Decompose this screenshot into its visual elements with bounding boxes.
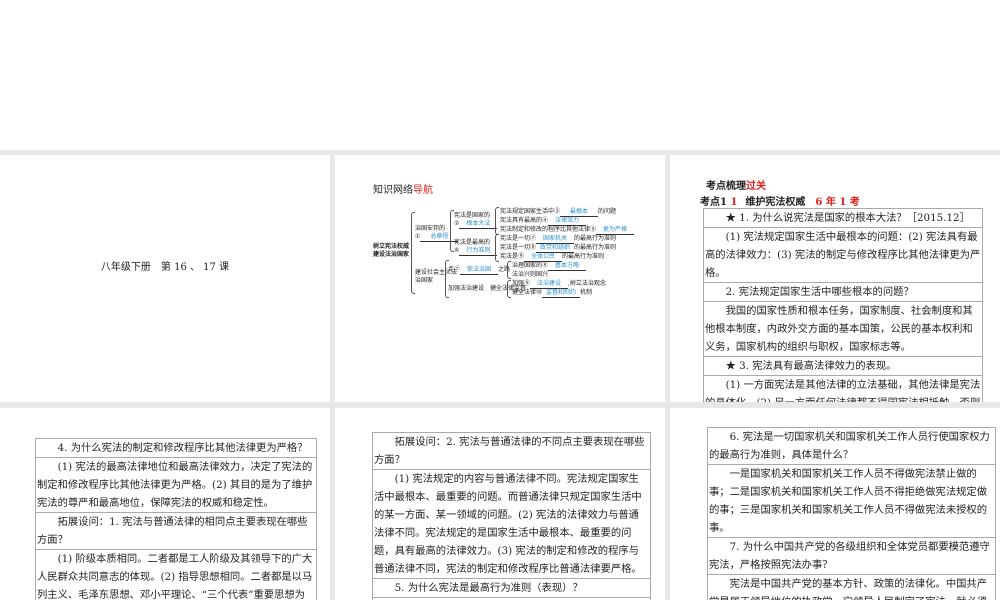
topic-label: 考点1: [700, 197, 727, 208]
mindmap-root: 树立宪法权威 建设法治国家: [373, 243, 409, 259]
heading-accent: 过关: [746, 181, 766, 192]
topic-heading: 考点1 1 维护宪法权威 6 年 1 考: [700, 197, 860, 208]
topic-title: 维护宪法权威: [745, 197, 806, 208]
question-row: 拓展设问：2. 宪法与普通法律的不同点主要表现在哪些方面？: [373, 433, 650, 470]
l3-blank: 更为严格: [596, 226, 635, 235]
l3-post: 的最高行为准则: [562, 253, 605, 260]
l3-blank: 法律效力: [548, 217, 587, 226]
mindmap-l3-item: 健全法律⑩ 监督和制约 机制: [512, 289, 592, 298]
l2-blank: 根本大法: [459, 220, 498, 229]
l3-blank: 全体公民: [524, 253, 563, 262]
question-row: 5. 为什么宪法是最高行为准则（表现）？: [373, 579, 650, 598]
mindmap-l3-item: 宪法制定和修改的程序比其他法律⑤ 更为严格: [500, 226, 635, 235]
l3-blank: 监督和制约: [542, 289, 581, 298]
l3-pre: 宪法是一切⑧: [500, 244, 537, 251]
answer-row: (1) 宪法规定的内容与普通法律不同。宪法规定国家生活中最根本、最重要的问题。而…: [373, 470, 650, 579]
slide-thumbnail-1[interactable]: 八年级下册 第 16 、 17 课: [0, 155, 330, 402]
l2-blank: 依法治国: [460, 266, 499, 275]
l2-pre: 走⑦: [448, 266, 461, 273]
slide-title: 八年级下册 第 16 、 17 课: [100, 262, 230, 273]
slide-heading: 考点梳理过关: [706, 177, 766, 192]
slide-heading: 知识网络导航: [373, 181, 433, 196]
mindmap-l3-item: 宪法是⑨ 全体公民 的最高行为准则: [500, 253, 604, 262]
l3-post: 的问题: [598, 208, 617, 215]
mindmap-l2: 宪法是最高的 ⑥ 行为准则: [454, 239, 498, 256]
answer-row: (1) 宪法的最高法律地位和最高法律效力，决定了宪法的制定和修改程序比其他法律更…: [36, 458, 316, 513]
l3-blank: 政党和组织: [536, 244, 575, 253]
slide-thumbnail-4[interactable]: 4. 为什么宪法的制定和修改程序比其他法律更为严格？ (1) 宪法的最高法律地位…: [0, 408, 330, 600]
l3-pre: 宪法是⑨: [500, 253, 525, 260]
brace: [495, 207, 499, 235]
brace: [507, 280, 511, 298]
topic-frequency: 6 年 1 考: [815, 197, 860, 208]
l3-pre: 宪法制定和修改的程序比其他法律⑤: [500, 226, 597, 233]
l3-post: 的最高行为准则: [574, 244, 617, 251]
l2-text: 宪法是国家的: [454, 212, 491, 219]
l3-post: ,树立法治观念: [568, 280, 606, 287]
question-row: 拓展设问：1. 宪法与普通法律的相同点主要表现在哪些方面？: [36, 513, 316, 550]
mindmap-l3-item: 宪法是一切⑦ 国家机关 的最高行为准则: [500, 235, 616, 244]
question-row: 2. 宪法规定国家生活中哪些根本的问题？: [704, 283, 982, 302]
mindmap-l3-item: 加强⑨ 法治建设 ,树立法治观念: [512, 280, 606, 289]
l3-blank: 基本方略: [548, 262, 587, 271]
mindmap-l3-item: 治理国家的⑧ 基本方略: [512, 262, 587, 271]
answer-row: (1) 一方面宪法是其他法律的立法基础，其他法律是宪法的具体化。(2) 另一方面…: [704, 376, 982, 402]
slide-thumbnail-5[interactable]: 拓展设问：2. 宪法与普通法律的不同点主要表现在哪些方面？ (1) 宪法规定的内…: [335, 408, 665, 600]
answer-row: (1) 阶级本质相同。二者都是工人阶级及其领导下的广大人民群众共同意志的体现。(…: [36, 550, 316, 600]
l2-blank: 行为准则: [459, 247, 498, 256]
l3-pre: 健全法律⑩: [512, 289, 543, 296]
l3-pre: 宪法具有最高的④: [500, 217, 549, 224]
question-row: 4. 为什么宪法的制定和修改程序比其他法律更为严格？: [36, 439, 316, 458]
mindmap-l3-item: 宪法是一切⑧ 政党和组织 的最高行为准则: [500, 244, 616, 253]
l3-blank: 最根本: [560, 208, 599, 217]
l3-blank: 法治建设: [530, 280, 569, 289]
qa-table: 拓展设问：2. 宪法与普通法律的不同点主要表现在哪些方面？ (1) 宪法规定的内…: [372, 432, 651, 600]
root-line: 树立宪法权威: [373, 243, 410, 250]
question-row: ★ 3. 宪法具有最高法律效力的表现。: [704, 357, 982, 376]
qa-table: 6. 宪法是一切国家机关和国家机关工作人员行使国家权力的最高行为准则，具体是什么…: [707, 427, 996, 600]
mindmap-l2: 宪法是国家的 ② 根本大法: [454, 212, 498, 229]
l3-post: 的最高行为准则: [574, 235, 617, 242]
l3-pre: 宪法是一切⑦: [500, 235, 537, 242]
l3-pre: 治理国家的⑧: [512, 262, 549, 269]
l3-pre: 加强⑨: [512, 280, 531, 287]
l3-pre: 宪法规定国家生活中③: [500, 208, 561, 215]
question-row: 6. 宪法是一切国家机关和国家机关工作人员行使国家权力的最高行为准则，具体是什么…: [708, 428, 995, 465]
slide-thumbnail-2[interactable]: 知识网络导航 树立宪法权威 建设法治国家 治国安邦的 ① 总章程 建设社会主义法治国家…: [335, 155, 665, 402]
brace: [495, 234, 499, 262]
l3-pre: 法治兴则国兴: [512, 271, 549, 278]
question-row: 7. 为什么中国共产党的各级组织和全体党员都要模范遵守宪法，严格按照宪法办事？: [708, 538, 995, 575]
qa-table: 4. 为什么宪法的制定和修改程序比其他法律更为严格？ (1) 宪法的最高法律地位…: [35, 438, 317, 600]
slide-thumbnail-6[interactable]: 6. 宪法是一切国家机关和国家机关工作人员行使国家权力的最高行为准则，具体是什么…: [670, 408, 1000, 600]
slide-thumbnail-3[interactable]: 考点梳理过关 考点1 1 维护宪法权威 6 年 1 考 ★ 1. 为什么说宪法是国…: [670, 155, 1000, 402]
mindmap-l2: 走⑦ 依法治国 之路: [448, 266, 510, 275]
l2-text: 宪法是最高的: [454, 239, 491, 246]
mindmap-l3-item: 法治兴则国兴: [512, 271, 548, 279]
qa-table: ★ 1. 为什么说宪法是国家的根本大法？［2015.12］ (1) 宪法规定国家…: [703, 208, 983, 402]
heading-text: 知识网络: [373, 185, 413, 196]
answer-row: 一是国家机关和国家机关工作人员不得做宪法禁止做的事；二是国家机关和国家机关工作人…: [708, 465, 995, 538]
heading-text: 考点梳理: [706, 181, 746, 192]
question-row: ★ 1. 为什么说宪法是国家的根本大法？［2015.12］: [704, 209, 982, 228]
mindmap-l3-item: 宪法具有最高的④ 法律效力: [500, 217, 587, 226]
mindmap-l3-item: 宪法规定国家生活中③ 最根本 的问题: [500, 208, 616, 217]
answer-row: 宪法是中国共产党的基本方针、政策的法律化。中国共产党是居于领导地位的执政党，它领…: [708, 575, 995, 600]
l3-blank: 国家机关: [536, 235, 575, 244]
answer-row: 我国的国家性质和根本任务，国家制度、社会制度和其他根本制度，内政外交方面的基本国…: [704, 302, 982, 357]
heading-accent: 导航: [413, 185, 433, 196]
answer-row: (1) 宪法规定国家生活中最根本的问题：(2) 宪法具有最高的法律效力：(3) …: [704, 228, 982, 283]
brace: [507, 261, 511, 279]
root-line: 建设法治国家: [373, 251, 410, 258]
l3-post: 机制: [580, 289, 593, 296]
